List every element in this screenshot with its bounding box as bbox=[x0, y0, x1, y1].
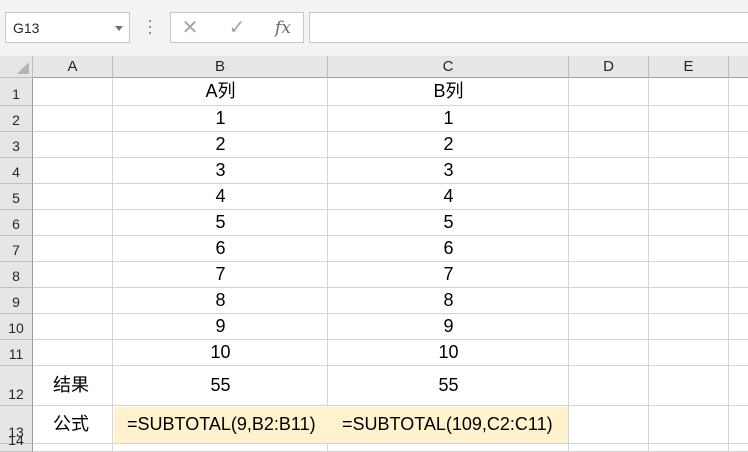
cell-c1[interactable]: B列 bbox=[328, 81, 569, 102]
gridline-row bbox=[33, 405, 748, 406]
row-header-6[interactable]: 6 bbox=[0, 210, 33, 236]
formula-buttons: ✕ ✓ fx bbox=[170, 12, 304, 43]
cell-c13[interactable]: =SUBTOTAL(109,C2:C11) bbox=[342, 414, 553, 435]
gridline-row bbox=[33, 157, 748, 158]
column-header-d[interactable]: D bbox=[569, 56, 649, 78]
cell-b2[interactable]: 1 bbox=[113, 108, 328, 129]
gridline-row bbox=[33, 287, 748, 288]
row-header-9[interactable]: 9 bbox=[0, 288, 33, 314]
gridline-row bbox=[33, 261, 748, 262]
row-header-1[interactable]: 1 bbox=[0, 78, 33, 106]
cell-b6[interactable]: 5 bbox=[113, 212, 328, 233]
column-header-a[interactable]: A bbox=[33, 56, 113, 78]
row-number: 3 bbox=[12, 138, 20, 154]
row-header-10[interactable]: 10 bbox=[0, 314, 33, 340]
name-box[interactable]: G13 bbox=[5, 12, 130, 43]
row-number: 14 bbox=[8, 432, 24, 448]
cell-b3[interactable]: 2 bbox=[113, 134, 328, 155]
gridline-row bbox=[33, 209, 748, 210]
cell-c3[interactable]: 2 bbox=[328, 134, 569, 155]
cell-b8[interactable]: 7 bbox=[113, 264, 328, 285]
row-number: 12 bbox=[8, 386, 24, 402]
cell-b9[interactable]: 8 bbox=[113, 290, 328, 311]
cell-c6[interactable]: 5 bbox=[328, 212, 569, 233]
cancel-icon[interactable]: ✕ bbox=[177, 17, 203, 39]
gridline-row bbox=[33, 339, 748, 340]
gridline-row bbox=[33, 313, 748, 314]
cell-a13[interactable]: 公式 bbox=[53, 414, 89, 435]
row-header-11[interactable]: 11 bbox=[0, 340, 33, 366]
column-header-b[interactable]: B bbox=[113, 56, 328, 78]
row-header-14[interactable]: 14 bbox=[0, 432, 33, 452]
row-header-5[interactable]: 5 bbox=[0, 184, 33, 210]
row-header-2[interactable]: 2 bbox=[0, 106, 33, 132]
spreadsheet-grid[interactable]: A B C D E 1 2 3 4 5 6 7 8 9 10 11 12 13 14 A列 B列 1 1 2 2 3 3 4 4 5 5 6 6… bbox=[0, 56, 748, 452]
cell-a12[interactable]: 结果 bbox=[53, 375, 89, 396]
enter-icon[interactable]: ✓ bbox=[224, 17, 250, 39]
select-all-button[interactable] bbox=[0, 56, 33, 78]
row-header-8[interactable]: 8 bbox=[0, 262, 33, 288]
gridline-row bbox=[33, 443, 748, 444]
row-header-12[interactable]: 12 bbox=[0, 366, 33, 406]
name-box-value: G13 bbox=[13, 20, 40, 36]
cell-c7[interactable]: 6 bbox=[328, 238, 569, 259]
row-number: 1 bbox=[12, 86, 20, 102]
row-header-7[interactable]: 7 bbox=[0, 236, 33, 262]
cell-c12[interactable]: 55 bbox=[328, 375, 569, 396]
cell-b10[interactable]: 9 bbox=[113, 316, 328, 337]
row-number: 2 bbox=[12, 112, 20, 128]
column-header-f[interactable] bbox=[729, 56, 748, 78]
cell-b7[interactable]: 6 bbox=[113, 238, 328, 259]
formula-bar-grip-icon[interactable] bbox=[148, 18, 152, 36]
highlight-joint bbox=[327, 406, 329, 443]
column-header-c[interactable]: C bbox=[328, 56, 569, 78]
insert-function-button[interactable]: fx bbox=[270, 17, 296, 39]
row-number: 4 bbox=[12, 164, 20, 180]
cell-b5[interactable]: 4 bbox=[113, 186, 328, 207]
cell-b13[interactable]: =SUBTOTAL(9,B2:B11) bbox=[127, 414, 316, 435]
row-number: 9 bbox=[12, 294, 20, 310]
cell-b12[interactable]: 55 bbox=[113, 375, 328, 396]
row-number: 7 bbox=[12, 242, 20, 258]
cell-c9[interactable]: 8 bbox=[328, 290, 569, 311]
cell-c2[interactable]: 1 bbox=[328, 108, 569, 129]
cell-b1[interactable]: A列 bbox=[113, 81, 328, 102]
column-header-e[interactable]: E bbox=[649, 56, 729, 78]
cell-c11[interactable]: 10 bbox=[328, 342, 569, 363]
gridline-row bbox=[33, 183, 748, 184]
formula-bar-area: G13 ✕ ✓ fx bbox=[0, 0, 748, 56]
gridline-col bbox=[728, 78, 729, 452]
gridline-row bbox=[33, 235, 748, 236]
cell-c10[interactable]: 9 bbox=[328, 316, 569, 337]
row-number: 10 bbox=[8, 320, 24, 336]
gridline-col bbox=[648, 78, 649, 452]
cell-c8[interactable]: 7 bbox=[328, 264, 569, 285]
cell-b11[interactable]: 10 bbox=[113, 342, 328, 363]
row-number: 6 bbox=[12, 216, 20, 232]
row-number: 5 bbox=[12, 190, 20, 206]
gridline-row bbox=[33, 131, 748, 132]
row-number: 11 bbox=[8, 346, 24, 362]
row-header-3[interactable]: 3 bbox=[0, 132, 33, 158]
cell-b4[interactable]: 3 bbox=[113, 160, 328, 181]
formula-input[interactable] bbox=[309, 12, 748, 43]
row-header-4[interactable]: 4 bbox=[0, 158, 33, 184]
row-number: 8 bbox=[12, 268, 20, 284]
gridline-row bbox=[33, 365, 748, 366]
cell-c5[interactable]: 4 bbox=[328, 186, 569, 207]
select-all-triangle-icon bbox=[17, 62, 29, 74]
name-box-dropdown-icon[interactable] bbox=[115, 26, 123, 31]
cell-c4[interactable]: 3 bbox=[328, 160, 569, 181]
gridline-row bbox=[33, 105, 748, 106]
